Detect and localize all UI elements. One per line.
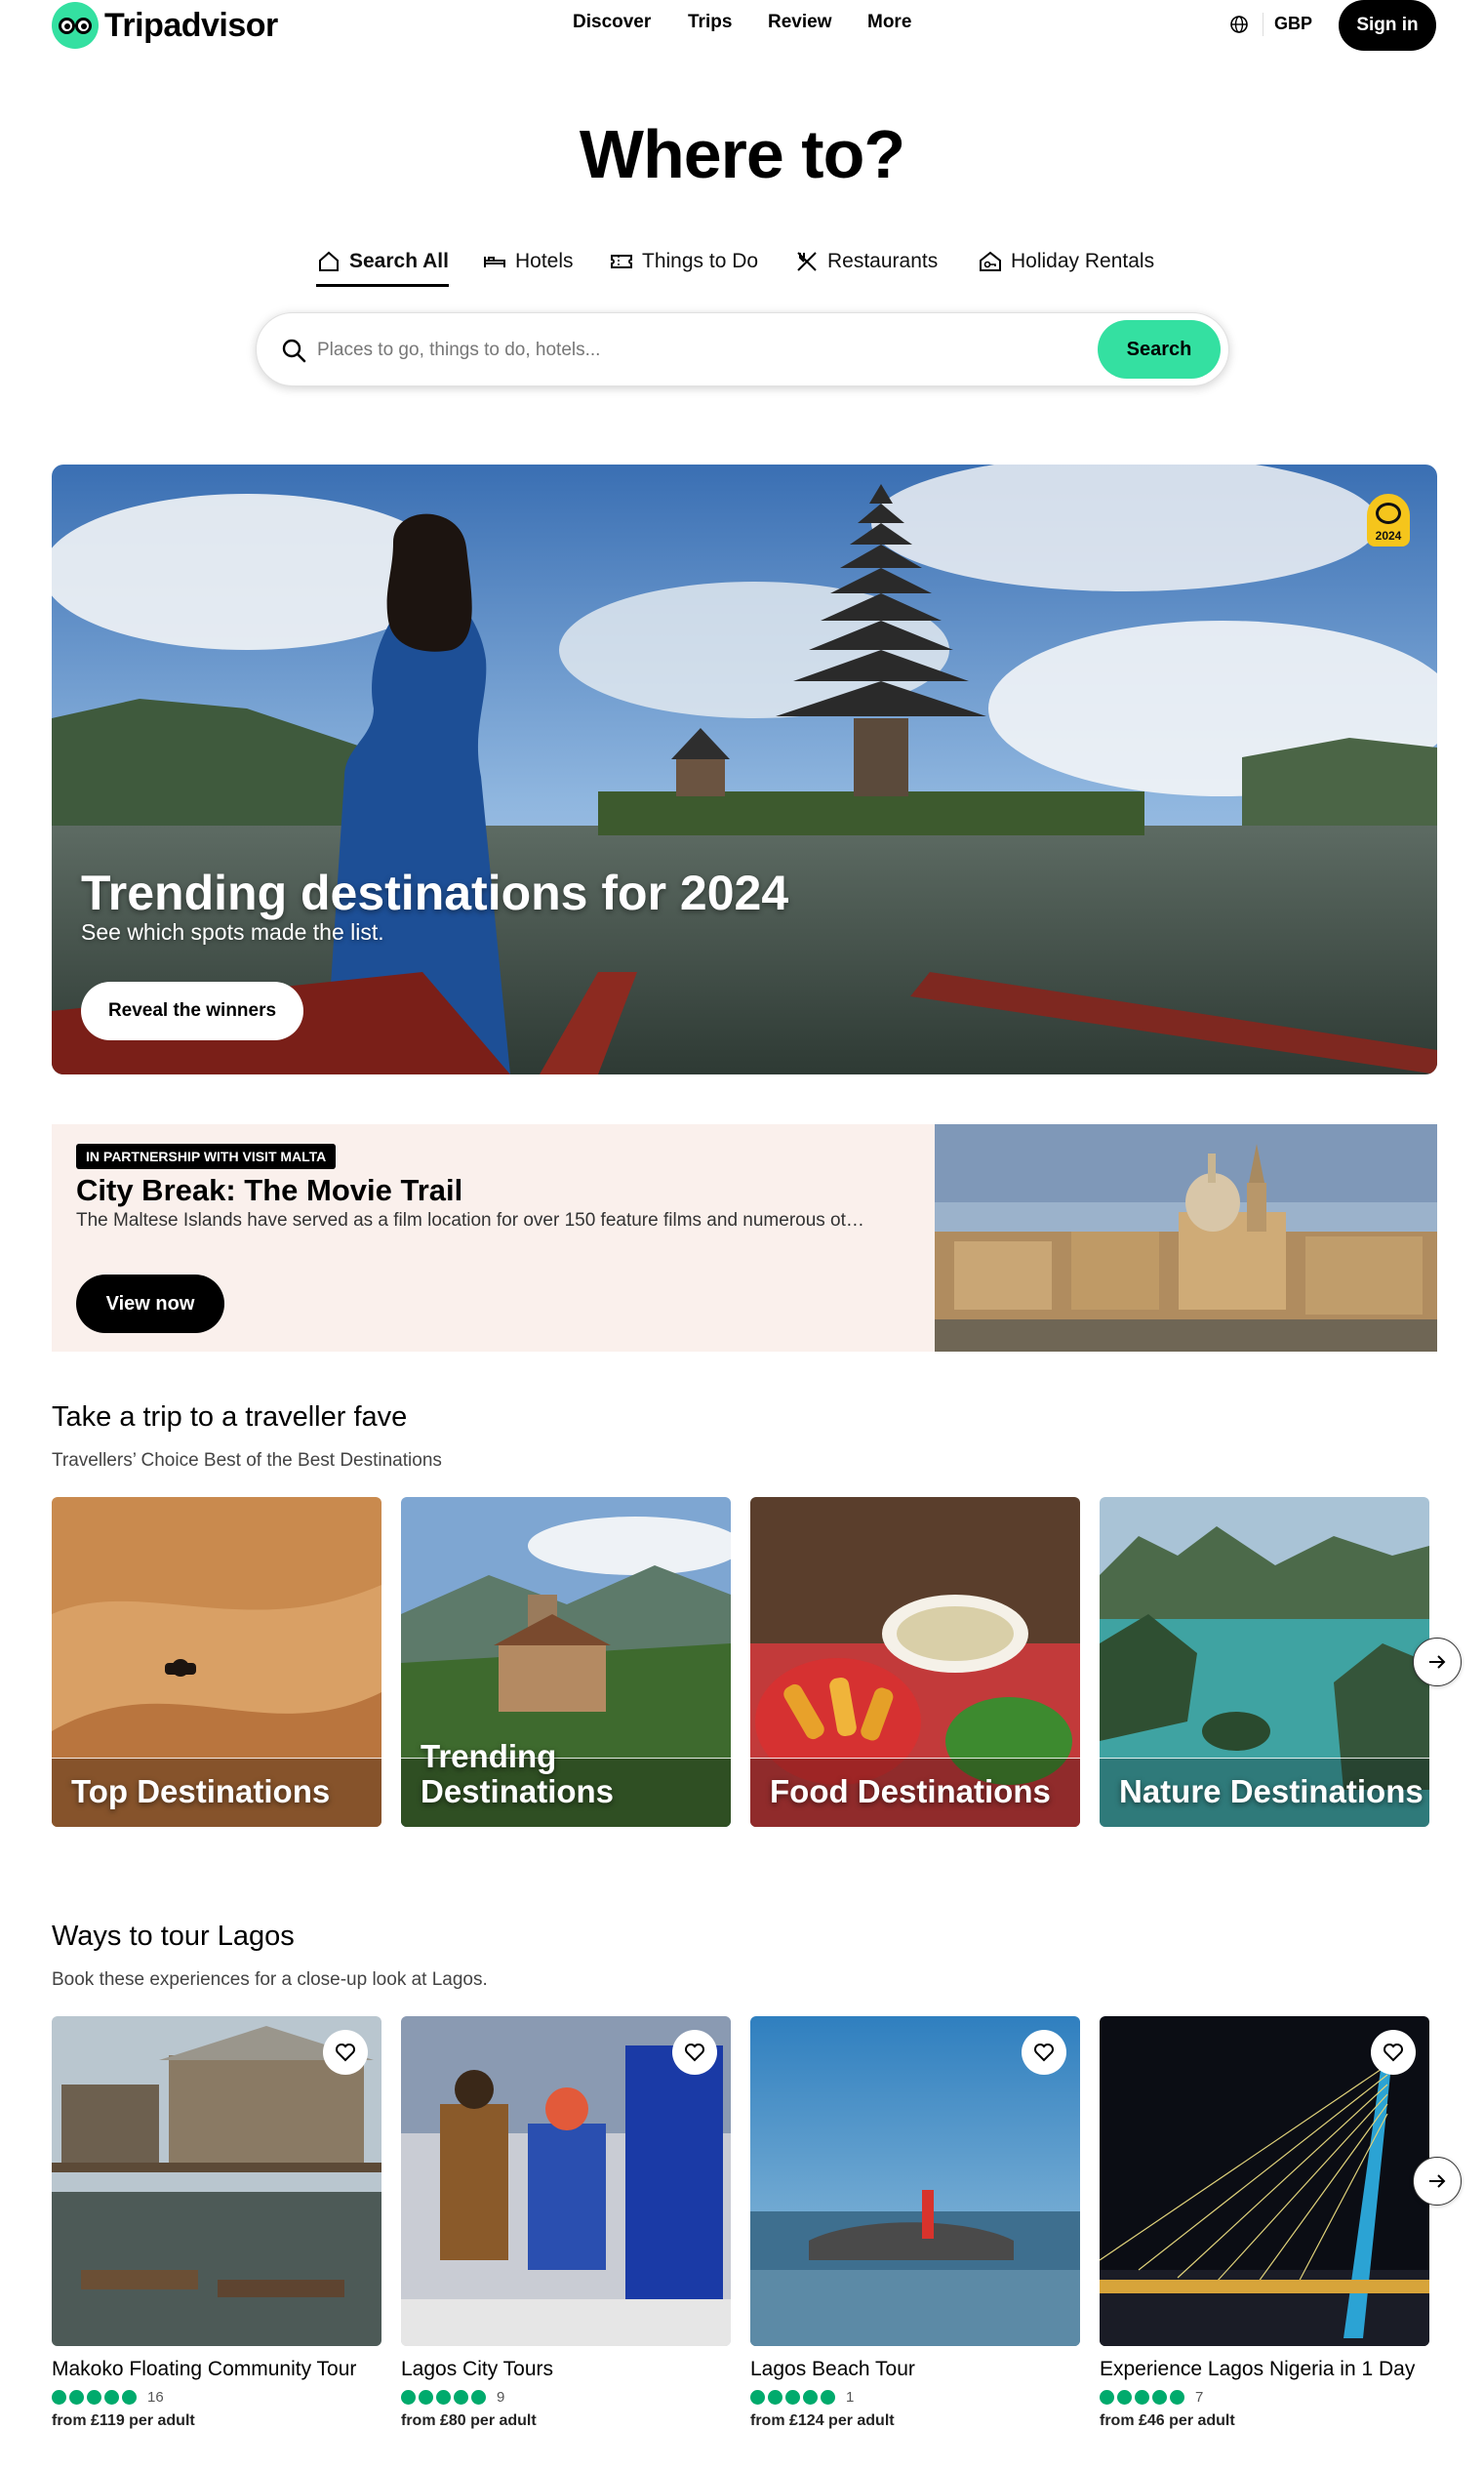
tour-price: from £119 per adult [52,2412,195,2429]
tour-name[interactable]: Lagos Beach Tour [750,2356,1080,2383]
banner-subtitle: See which spots made the list. [81,919,384,945]
save-heart-button[interactable] [1371,2030,1416,2075]
nav-discover[interactable]: Discover [573,12,651,33]
fave-label: Top Destinations [71,1773,331,1809]
tour-price: from £46 per adult [1100,2412,1235,2429]
tour-card[interactable]: Makoko Floating Community Tour 16 from £… [52,2016,381,2430]
home-icon [319,251,339,271]
tab-label: Things to Do [642,250,759,272]
tour-name[interactable]: Experience Lagos Nigeria in 1 Day [1100,2356,1429,2383]
fave-card-nature-destinations[interactable]: Nature Destinations [1100,1497,1429,1827]
tab-search-all[interactable]: Search All [316,244,449,287]
arrow-right-icon [1429,2174,1446,2188]
globe-icon[interactable] [1229,15,1249,34]
sign-in-button[interactable]: Sign in [1339,0,1436,51]
fork-knife-icon [797,252,817,271]
tours-section-subtitle: Book these experiences for a close-up lo… [52,1969,488,1990]
tours-next-button[interactable] [1413,2157,1462,2206]
fave-card-top-destinations[interactable]: Top Destinations [52,1497,381,1827]
tab-label: Holiday Rentals [1011,250,1155,272]
review-count: 9 [497,2388,505,2406]
tab-things-to-do[interactable]: Things to Do [609,244,758,279]
tour-price: from £80 per adult [401,2412,537,2429]
tour-image-container [1100,2016,1429,2346]
fave-label: Trending Destinations [421,1738,615,1809]
tab-label: Search All [349,250,449,272]
review-count: 16 [147,2388,164,2406]
card-divider [52,1758,381,1759]
tour-image-container [401,2016,731,2346]
rating-bubbles: 9 [401,2387,731,2407]
view-now-button[interactable]: View now [76,1275,224,1333]
nav-more[interactable]: More [867,12,911,33]
tour-card[interactable]: Lagos City Tours 9 from £80 per adult [401,2016,731,2430]
heart-icon [685,2044,704,2062]
travellers-choice-badge: 2024 [1367,494,1410,547]
card-divider [1100,1758,1429,1759]
ticket-icon [611,255,632,268]
faves-section-subtitle: Travellers’ Choice Best of the Best Dest… [52,1450,442,1471]
reveal-winners-button[interactable]: Reveal the winners [81,982,303,1040]
nav-trips[interactable]: Trips [688,12,732,33]
bed-icon [484,257,505,267]
partner-description: The Maltese Islands have served as a fil… [76,1210,864,1231]
save-heart-button[interactable] [672,2030,717,2075]
tab-label: Restaurants [827,250,939,272]
rating-bubbles: 7 [1100,2387,1429,2407]
search-bar: Search [256,312,1229,386]
search-input[interactable] [317,335,1000,366]
review-count: 1 [846,2388,855,2406]
review-count: 7 [1195,2388,1204,2406]
arrow-right-icon [1429,1655,1446,1669]
partner-tag: IN PARTNERSHIP WITH VISIT MALTA [76,1144,337,1169]
owl-logo-icon [52,2,99,49]
tab-holiday-rentals[interactable]: Holiday Rentals [978,244,1154,279]
tour-card[interactable]: Lagos Beach Tour 1 from £124 per adult [750,2016,1080,2430]
search-icon [282,339,306,363]
tour-name[interactable]: Makoko Floating Community Tour [52,2356,381,2383]
tour-price: from £124 per adult [750,2412,895,2429]
badge-year: 2024 [1375,529,1402,543]
heart-icon [336,2044,355,2062]
partner-promo[interactable]: IN PARTNERSHIP WITH VISIT MALTA City Bre… [52,1124,1437,1352]
tripadvisor-logo[interactable]: Tripadvisor [52,2,278,49]
faves-next-button[interactable] [1413,1638,1462,1686]
tab-restaurants[interactable]: Restaurants [794,244,938,279]
tab-hotels[interactable]: Hotels [482,244,574,279]
save-heart-button[interactable] [323,2030,368,2075]
tour-image-container [52,2016,381,2346]
valletta-skyline-image [935,1124,1437,1352]
trending-banner[interactable]: 2024 Trending destinations for 2024 See … [52,465,1437,1074]
nav-review[interactable]: Review [768,12,831,33]
rating-bubbles: 16 [52,2387,381,2407]
currency-selector[interactable]: GBP [1274,14,1312,34]
heart-icon [1034,2044,1054,2062]
fave-card-trending-destinations[interactable]: Trending Destinations [401,1497,731,1827]
card-divider [750,1758,1080,1759]
fave-label: Nature Destinations [1119,1773,1424,1809]
save-heart-button[interactable] [1022,2030,1066,2075]
tours-section-title: Ways to tour Lagos [52,1921,295,1952]
faves-section-title: Take a trip to a traveller fave [52,1401,408,1433]
tab-label: Hotels [515,250,574,272]
fave-card-food-destinations[interactable]: Food Destinations [750,1497,1080,1827]
banner-title: Trending destinations for 2024 [81,866,789,920]
tour-name[interactable]: Lagos City Tours [401,2356,731,2383]
house-key-icon [980,251,1001,271]
partner-title: City Break: The Movie Trail [76,1173,463,1207]
search-button[interactable]: Search [1098,320,1221,379]
fave-label: Food Destinations [770,1773,1051,1809]
tour-image-container [750,2016,1080,2346]
rating-bubbles: 1 [750,2387,1080,2407]
tour-card[interactable]: Experience Lagos Nigeria in 1 Day 7 from… [1100,2016,1429,2430]
heart-icon [1384,2044,1403,2062]
owl-badge-icon [1376,503,1401,524]
brand-name: Tripadvisor [104,6,278,44]
page-title: Where to? [579,116,905,192]
top-header: Tripadvisor Discover Trips Review More G… [0,0,1484,51]
